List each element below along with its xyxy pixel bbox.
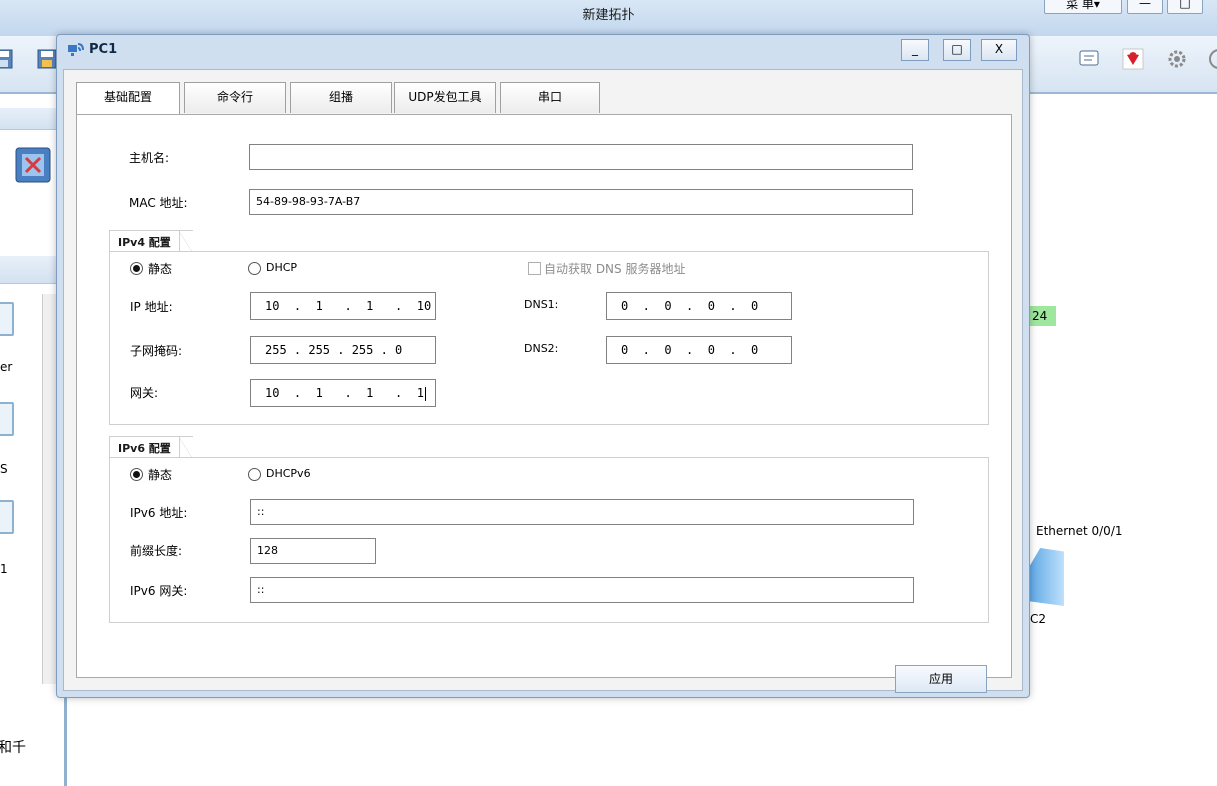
ip-address-input[interactable]: 10 . 1 . 1 . 10 (250, 292, 436, 320)
prefix-length-input[interactable]: 128 (250, 538, 376, 564)
device-pc-icon[interactable] (0, 500, 14, 534)
device-router-icon[interactable] (0, 302, 14, 336)
device-label: 1 (0, 562, 8, 576)
ipv6-gateway-input[interactable]: :: (250, 577, 914, 603)
hostname-label: 主机名: (129, 151, 170, 165)
tab-udp-tool[interactable]: UDP发包工具 (394, 82, 496, 113)
device-panel-header (0, 108, 64, 130)
ipv4-static-radio[interactable] (130, 262, 143, 275)
ipv4-dhcp-label: DHCP (266, 261, 298, 274)
prefix-length-label: 前缀长度: (130, 544, 183, 558)
ipv4-group-title: IPv4 配置 (109, 230, 193, 253)
ipv4-static-label: 静态 (148, 262, 173, 276)
help-icon[interactable] (1208, 48, 1217, 70)
app-restore-button[interactable]: □ (1167, 0, 1203, 14)
ipv6-address-input[interactable]: :: (250, 499, 914, 525)
gateway-input[interactable]: 10 . 1 . 1 . 1 (250, 379, 436, 407)
mac-label: MAC 地址: (129, 196, 188, 210)
ipv6-group-title: IPv6 配置 (109, 436, 193, 459)
dialog-titlebar[interactable]: PC1 _ □ X (57, 35, 1029, 69)
device-label-pc2: C2 (1030, 612, 1047, 626)
text-cursor (424, 386, 426, 401)
app-minimize-button[interactable]: — (1127, 0, 1163, 14)
maximize-button[interactable]: □ (943, 39, 971, 61)
ipv6-static-label: 静态 (148, 468, 173, 482)
ipv6-gateway-label: IPv6 网关: (130, 584, 188, 598)
device-label: er (0, 360, 13, 374)
pc1-config-dialog: PC1 _ □ X 基础配置 命令行 组播 UDP发包工具 串口 主机名: MA… (56, 34, 1030, 698)
device-list-header (0, 256, 64, 284)
chat-icon[interactable] (1078, 48, 1100, 70)
panel-bottom-text: 和千 (0, 740, 26, 756)
ipv4-dhcp-radio[interactable] (248, 262, 261, 275)
ipv6-static-radio[interactable] (130, 468, 143, 481)
save-as-icon[interactable] (36, 48, 58, 70)
mac-input[interactable]: 54-89-98-93-7A-B7 (249, 189, 913, 215)
pc-network-icon (68, 43, 84, 56)
ip-address-label: IP 地址: (130, 300, 173, 314)
tab-multicast[interactable]: 组播 (290, 82, 392, 113)
subnet-mask-label: 子网掩码: (130, 344, 183, 358)
apply-button[interactable]: 应用 (895, 665, 987, 693)
app-titlebar: 新建拓扑 菜 单▾ — □ (0, 0, 1217, 36)
settings-gear-icon[interactable] (1166, 48, 1188, 70)
device-switch-icon[interactable] (0, 402, 14, 436)
app-menu-button[interactable]: 菜 单▾ (1044, 0, 1122, 14)
hostname-input[interactable] (249, 144, 913, 170)
basic-config-panel: 主机名: MAC 地址: 54-89-98-93-7A-B7 IPv4 配置 静… (76, 114, 1012, 693)
dialog-body: 基础配置 命令行 组播 UDP发包工具 串口 主机名: MAC 地址: 54-8… (63, 69, 1023, 693)
auto-dns-label: 自动获取 DNS 服务器地址 (544, 262, 686, 276)
ipv6-dhcp-label: DHCPv6 (266, 467, 311, 480)
ipv4-group: 静态 DHCP 自动获取 DNS 服务器地址 IP 地址: 10 . 1 . 1… (109, 251, 989, 425)
device-panel: er S 1 (0, 94, 64, 786)
device-label: S (0, 462, 8, 476)
dialog-title: PC1 (89, 42, 118, 57)
tab-command-line[interactable]: 命令行 (184, 82, 286, 113)
tab-basic-config[interactable]: 基础配置 (76, 82, 180, 115)
dns2-input[interactable]: 0 . 0 . 0 . 0 (606, 336, 792, 364)
huawei-logo-icon[interactable] (1122, 48, 1144, 70)
ipv6-group: 静态 DHCPv6 IPv6 地址: :: 前缀长度: 128 IPv6 网关:… (109, 457, 989, 623)
dns1-label: DNS1: (524, 298, 559, 311)
pc2-device-icon[interactable] (1030, 548, 1064, 606)
gateway-label: 网关: (130, 386, 159, 400)
dns1-input[interactable]: 0 . 0 . 0 . 0 (606, 292, 792, 320)
interface-label: Ethernet 0/0/1 (1036, 524, 1123, 538)
minimize-button[interactable]: _ (901, 39, 929, 61)
ipv6-dhcp-radio[interactable] (248, 468, 261, 481)
firewall-device-icon[interactable] (14, 146, 52, 184)
gateway-value: 10 . 1 . 1 . 1 (265, 386, 424, 400)
app-title: 新建拓扑 (582, 8, 635, 23)
auto-dns-checkbox[interactable] (528, 262, 541, 275)
save-icon[interactable] (0, 48, 14, 70)
subnet-mask-input[interactable]: 255 . 255 . 255 . 0 (250, 336, 436, 364)
tab-serial[interactable]: 串口 (500, 82, 600, 113)
close-button[interactable]: X (981, 39, 1017, 61)
dns2-label: DNS2: (524, 342, 559, 355)
ipv6-address-label: IPv6 地址: (130, 506, 188, 520)
link-port-label: 24 (1030, 306, 1056, 326)
